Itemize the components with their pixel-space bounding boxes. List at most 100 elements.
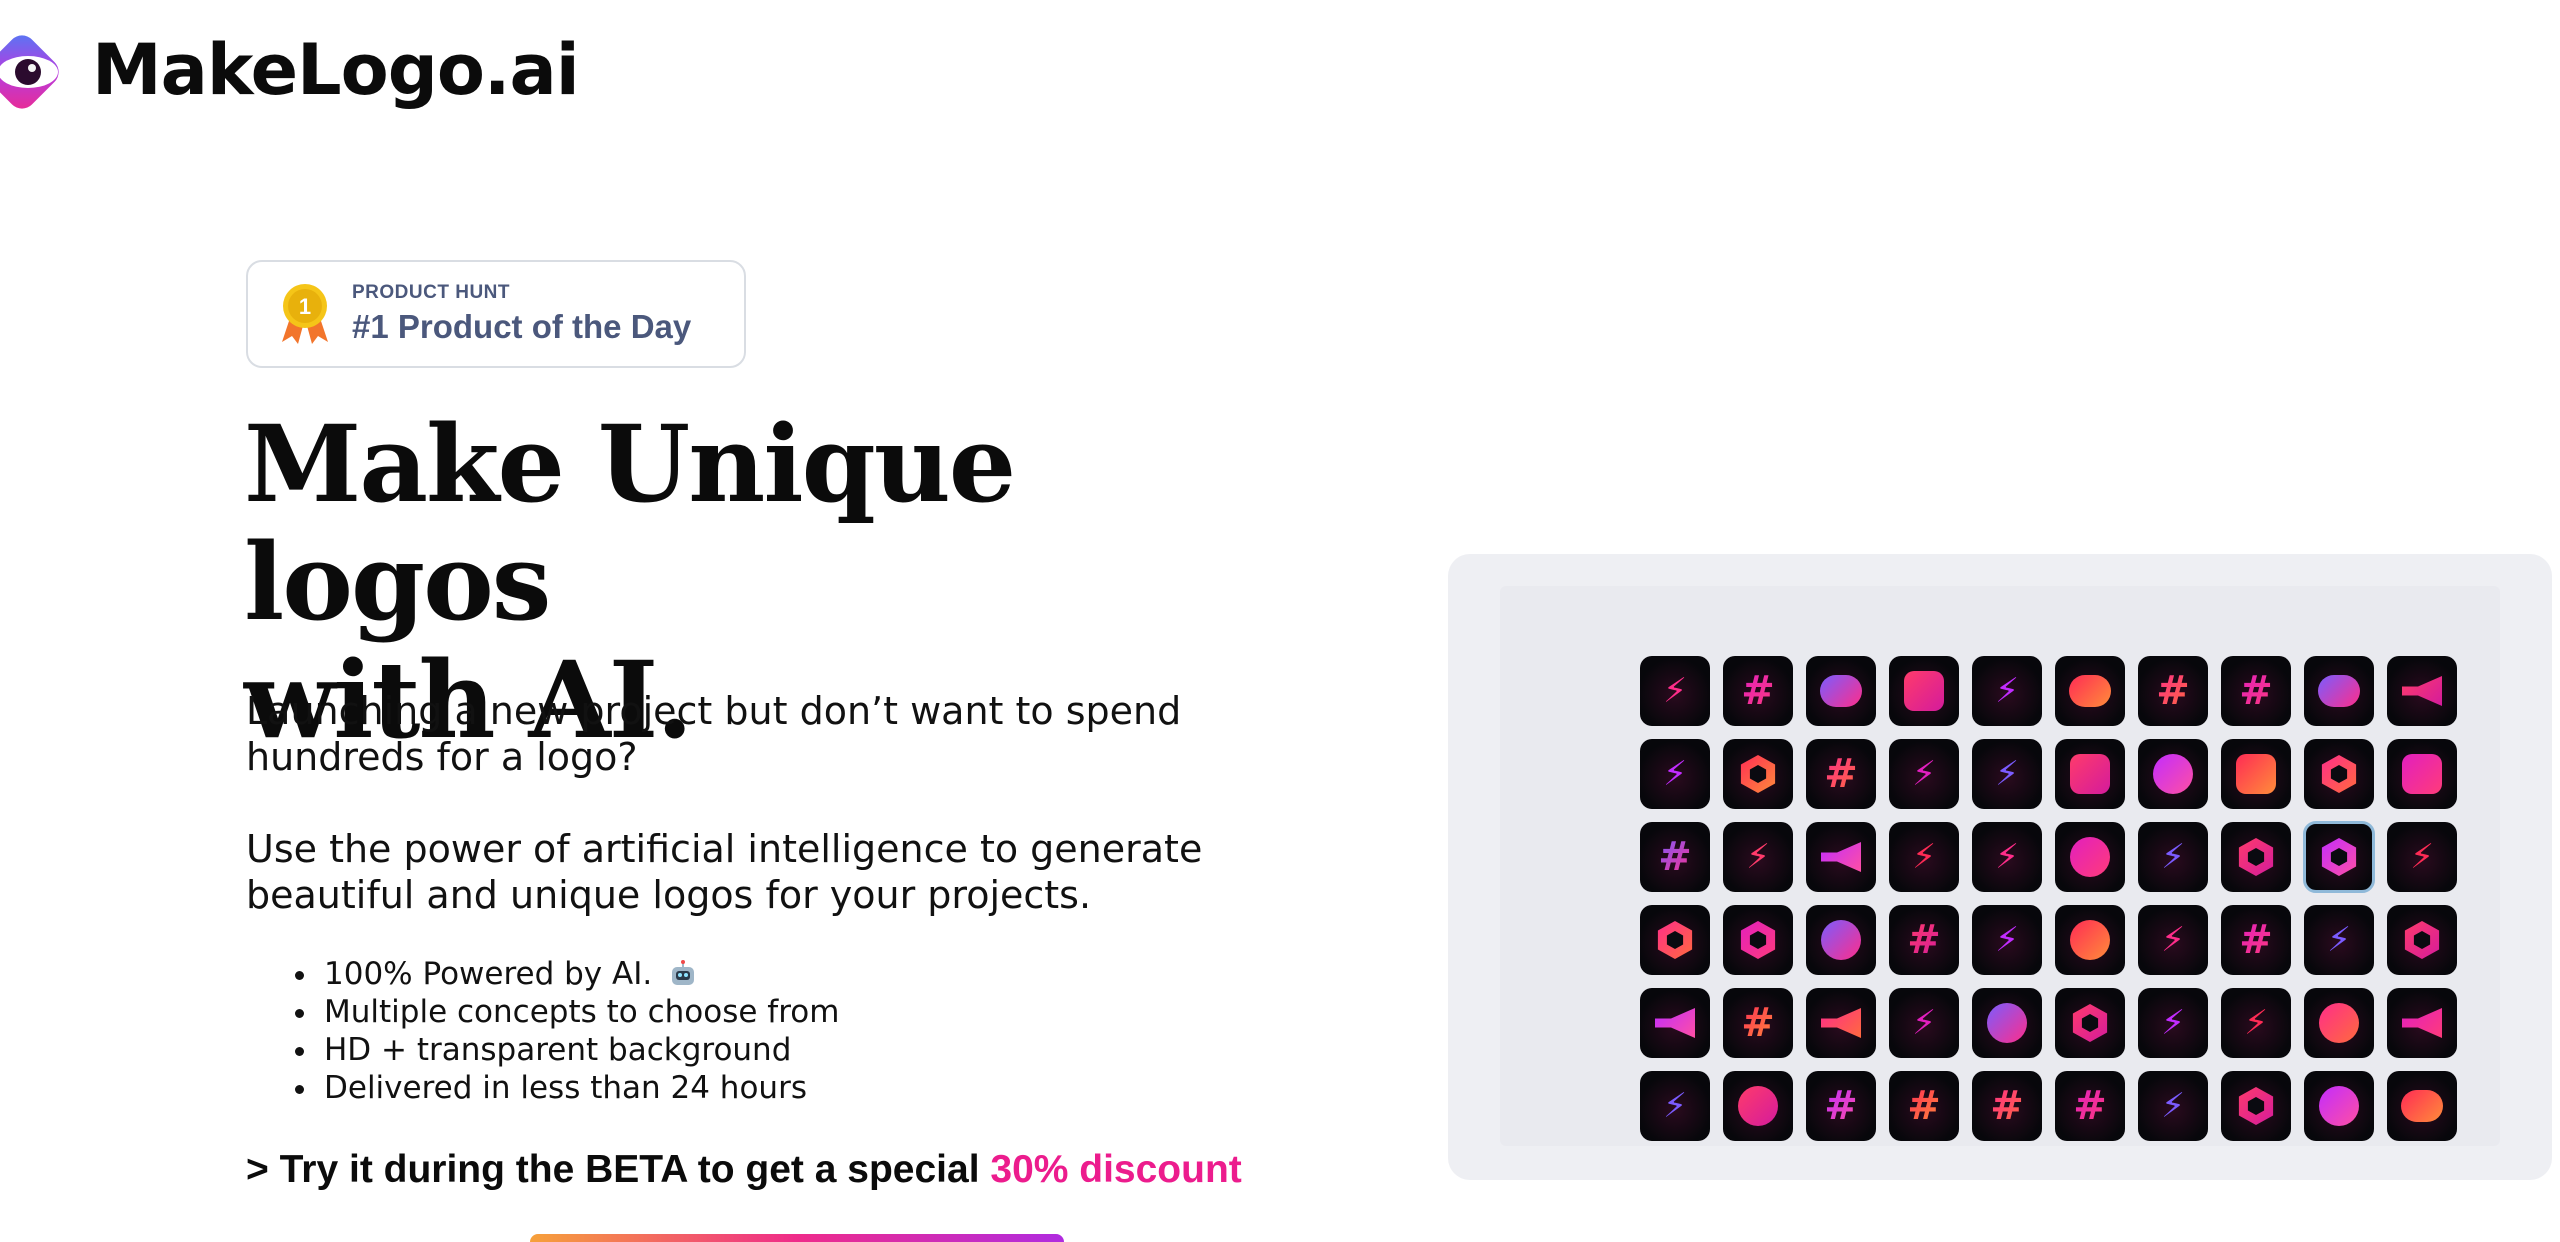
makelogo-logo-icon[interactable] [0, 28, 84, 112]
megaphone-logo-tile[interactable] [2387, 988, 2457, 1058]
chat-circle-icon [2319, 1003, 2359, 1043]
chat-bubble-icon [2318, 675, 2360, 707]
chat-bubble-logo-tile[interactable] [2304, 656, 2374, 726]
bolt-logo-tile[interactable]: ⚡ [2304, 905, 2374, 975]
hash-logo-tile[interactable]: # [2221, 905, 2291, 975]
hash-icon: # [2073, 1083, 2107, 1129]
hash-icon: # [1741, 1000, 1775, 1046]
chat-circle-logo-tile[interactable] [1806, 905, 1876, 975]
value-paragraph: Use the power of artificial intelligence… [246, 827, 1203, 917]
bolt-logo-tile[interactable]: ⚡ [1640, 739, 1710, 809]
bolt-logo-tile[interactable]: ⚡ [2221, 988, 2291, 1058]
hexagon-icon [2238, 1087, 2274, 1125]
megaphone-logo-tile[interactable] [1640, 988, 1710, 1058]
chat-bubble-logo-tile[interactable] [2387, 1071, 2457, 1141]
megaphone-logo-tile[interactable] [1806, 822, 1876, 892]
bolt-icon: ⚡ [2327, 920, 2351, 960]
hexagon-logo-tile[interactable] [2303, 821, 2375, 893]
bolt-logo-tile[interactable]: ⚡ [1972, 822, 2042, 892]
hash-logo-tile[interactable]: # [2221, 656, 2291, 726]
robot-icon [668, 959, 698, 987]
bolt-icon: ⚡ [1663, 754, 1687, 794]
list-item: HD + transparent background [320, 1031, 839, 1069]
hash-logo-tile[interactable]: # [1640, 822, 1710, 892]
hexagon-logo-tile[interactable] [2221, 1071, 2291, 1141]
hash-logo-tile[interactable]: # [1889, 1071, 1959, 1141]
list-item: Delivered in less than 24 hours [320, 1069, 839, 1107]
bolt-logo-tile[interactable]: ⚡ [1889, 822, 1959, 892]
hash-icon: # [2239, 917, 2273, 963]
bolt-icon: ⚡ [1995, 837, 2019, 877]
hexagon-logo-tile[interactable] [1640, 905, 1710, 975]
chat-square-icon [2070, 754, 2110, 794]
bolt-icon: ⚡ [1995, 920, 2019, 960]
bolt-logo-tile[interactable]: ⚡ [2138, 1071, 2208, 1141]
hash-logo-tile[interactable]: # [1889, 905, 1959, 975]
bolt-logo-tile[interactable]: ⚡ [1972, 905, 2042, 975]
chat-square-logo-tile[interactable] [2055, 739, 2125, 809]
logo-showcase-frame: ⚡ # ⚡ # # ⚡ # ⚡ ⚡ # ⚡ ⚡ ⚡ ⚡ ⚡ # ⚡ ⚡ # ⚡ # ⚡ ⚡ ⚡ ⚡ # # # # ⚡ [1500, 586, 2500, 1146]
chat-circle-logo-tile[interactable] [2055, 905, 2125, 975]
badge-text: PRODUCT HUNT #1 Product of the Day [352, 282, 691, 346]
hash-icon: # [1907, 1083, 1941, 1129]
offer-text: > Try it during the BETA to get a specia… [246, 1148, 991, 1191]
bolt-logo-tile[interactable]: ⚡ [2138, 988, 2208, 1058]
hexagon-logo-tile[interactable] [1723, 905, 1793, 975]
bolt-logo-tile[interactable]: ⚡ [1889, 988, 1959, 1058]
bolt-icon: ⚡ [1746, 837, 1770, 877]
bolt-logo-tile[interactable]: ⚡ [1889, 739, 1959, 809]
badge-title: #1 Product of the Day [352, 308, 692, 345]
chat-square-logo-tile[interactable] [2387, 739, 2457, 809]
discount-highlight: 30% discount [990, 1148, 1242, 1191]
bolt-logo-tile[interactable]: ⚡ [2138, 905, 2208, 975]
chat-circle-logo-tile[interactable] [2138, 739, 2208, 809]
hash-logo-tile[interactable]: # [1723, 656, 1793, 726]
chat-square-logo-tile[interactable] [1889, 656, 1959, 726]
product-hunt-badge[interactable]: 1 PRODUCT HUNT #1 Product of the Day [246, 260, 746, 368]
hash-logo-tile[interactable]: # [2055, 1071, 2125, 1141]
hexagon-logo-tile[interactable] [2304, 739, 2374, 809]
cta-button[interactable] [530, 1234, 1064, 1242]
chat-circle-logo-tile[interactable] [2304, 988, 2374, 1058]
bolt-logo-tile[interactable]: ⚡ [1972, 656, 2042, 726]
hash-icon: # [1824, 1083, 1858, 1129]
heart-bubble-logo-tile[interactable] [2221, 739, 2291, 809]
bolt-icon: ⚡ [2244, 1003, 2268, 1043]
megaphone-logo-tile[interactable] [2387, 656, 2457, 726]
hash-logo-tile[interactable]: # [1806, 1071, 1876, 1141]
chat-bubble-logo-tile[interactable] [2055, 656, 2125, 726]
chat-circle-logo-tile[interactable] [2055, 822, 2125, 892]
hexagon-logo-tile[interactable] [1723, 739, 1793, 809]
hexagon-logo-tile[interactable] [2387, 905, 2457, 975]
chat-circle-icon [1987, 1003, 2027, 1043]
medal-number: 1 [299, 294, 311, 319]
hash-logo-tile[interactable]: # [1972, 1071, 2042, 1141]
bolt-icon: ⚡ [1912, 754, 1936, 794]
bolt-logo-tile[interactable]: ⚡ [1723, 822, 1793, 892]
chat-circle-logo-tile[interactable] [1723, 1071, 1793, 1141]
chat-circle-logo-tile[interactable] [1972, 988, 2042, 1058]
hash-logo-tile[interactable]: # [1723, 988, 1793, 1058]
hexagon-icon [2404, 921, 2440, 959]
hexagon-logo-tile[interactable] [2221, 822, 2291, 892]
bolt-icon: ⚡ [1663, 1086, 1687, 1126]
feature-text: 100% Powered by AI. [324, 956, 653, 992]
hash-logo-tile[interactable]: # [2138, 656, 2208, 726]
bolt-logo-tile[interactable]: ⚡ [1640, 656, 1710, 726]
brand-name[interactable]: MakeLogo.ai [92, 29, 580, 111]
hash-logo-tile[interactable]: # [1806, 739, 1876, 809]
megaphone-logo-tile[interactable] [1806, 988, 1876, 1058]
bolt-logo-tile[interactable]: ⚡ [2387, 822, 2457, 892]
bolt-logo-tile[interactable]: ⚡ [2138, 822, 2208, 892]
bolt-logo-tile[interactable]: ⚡ [1972, 739, 2042, 809]
chat-circle-icon [2319, 1086, 2359, 1126]
medal-icon: 1 [278, 282, 332, 346]
hexagon-logo-tile[interactable] [2055, 988, 2125, 1058]
bolt-logo-tile[interactable]: ⚡ [1640, 1071, 1710, 1141]
bolt-icon: ⚡ [2161, 1003, 2185, 1043]
hash-icon: # [1741, 668, 1775, 714]
chat-bubble-logo-tile[interactable] [1806, 656, 1876, 726]
heart-bubble-icon [2236, 754, 2276, 794]
chat-bubble-icon [2401, 1090, 2443, 1122]
chat-circle-logo-tile[interactable] [2304, 1071, 2374, 1141]
